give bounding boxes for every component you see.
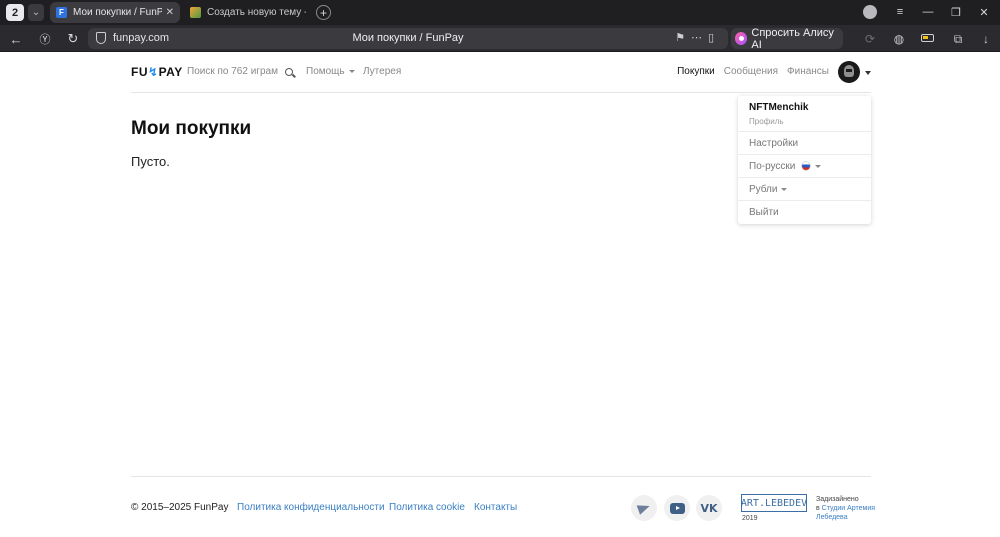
dropdown-username[interactable]: NFTMenchik — [749, 102, 808, 113]
dropdown-profile-link[interactable]: Профиль — [749, 117, 784, 126]
telegram-button[interactable] — [631, 495, 657, 521]
ask-alice-button[interactable]: Спросить Алису AI — [731, 26, 843, 51]
tab-funpay[interactable]: F Мои покупки / FunPay ✕ — [50, 2, 180, 23]
user-nav: Покупки Сообщения Финансы — [677, 66, 829, 77]
game-search-link[interactable]: Поиск по 762 играм — [187, 66, 293, 77]
funpay-favicon-icon: F — [56, 7, 67, 18]
dropdown-settings[interactable]: Настройки — [738, 131, 871, 154]
ask-alice-label: Спросить Алису AI — [751, 26, 834, 51]
chevron-down-icon — [781, 187, 788, 191]
designed-by: Задизайнено в Студии Артемия Лебедева — [816, 495, 876, 522]
alice-logo-icon — [735, 32, 748, 45]
logo-text-left: FU — [131, 65, 148, 79]
copyright: © 2015–2025 FunPay — [131, 502, 229, 513]
sync-icon[interactable]: ⟳ — [862, 31, 878, 47]
footer-link-privacy[interactable]: Политика конфиденциальности — [237, 502, 385, 513]
minimize-window-icon[interactable]: — — [918, 4, 938, 20]
close-tab-icon[interactable]: ✕ — [166, 7, 174, 18]
dropdown-currency[interactable]: Рубли — [738, 177, 871, 200]
help-label: Помощь — [306, 66, 345, 77]
new-tab-plus-icon[interactable]: + — [316, 5, 331, 20]
nav-messages[interactable]: Сообщения — [724, 66, 778, 77]
logout-label: Выйти — [749, 206, 779, 218]
chevron-down-icon — [815, 164, 822, 168]
avatar-chevron-down-icon[interactable] — [865, 71, 871, 75]
lottery-link[interactable]: Лутерея — [363, 66, 401, 77]
browser-menu-icon[interactable]: ≡ — [890, 4, 910, 20]
tab-count-badge[interactable]: 2 — [6, 4, 24, 21]
footer-link-cookie[interactable]: Политика cookie — [389, 502, 465, 513]
search-icon — [284, 67, 293, 76]
url-tools-icons[interactable]: ⚑⋯▯ — [675, 31, 720, 44]
tab-title: Создать новую тему - Reddit — [207, 7, 306, 18]
user-dropdown-menu: NFTMenchik Профиль Настройки По-русски Р… — [738, 96, 871, 224]
language-label: По-русски — [749, 160, 796, 172]
reddit-favicon-icon — [190, 7, 201, 18]
logo-bolt-icon: ↯ — [148, 65, 159, 79]
footer-link-contacts[interactable]: Контакты — [474, 502, 517, 513]
logo-text-right: PAY — [158, 65, 183, 79]
browser-tab-bar: 2 ⌄ F Мои покупки / FunPay ✕ Создать нов… — [0, 0, 1000, 25]
designed-studio-link[interactable]: Студии Артемия Лебедева — [816, 505, 875, 521]
russian-flag-icon — [801, 161, 812, 171]
designed-line1: Задизайнено — [816, 496, 859, 503]
site-header: FU ↯ PAY Поиск по 762 играм Помощь Лутерея… — [131, 52, 871, 93]
youtube-icon — [669, 502, 685, 514]
url-field[interactable]: funpay.com Мои покупки / FunPay ⚑⋯▯ — [88, 28, 728, 49]
yandex-icon[interactable]: Ⓨ — [36, 30, 54, 48]
globe-icon[interactable]: ◍ — [891, 31, 907, 47]
artlebedev-logo-text: ART.LEBEDEV — [741, 494, 807, 512]
nav-finances[interactable]: Финансы — [787, 66, 829, 77]
browser-profile-icon[interactable] — [863, 5, 877, 19]
restore-window-icon[interactable]: ❐ — [946, 4, 966, 20]
currency-label: Рубли — [749, 183, 778, 195]
close-window-icon[interactable]: ✕ — [974, 4, 994, 20]
nav-purchases[interactable]: Покупки — [677, 66, 715, 77]
extensions-icon[interactable]: ⧉ — [950, 31, 966, 47]
artlebedev-logo[interactable]: ART.LEBEDEV 2019 — [741, 494, 807, 522]
vk-button[interactable]: VK — [696, 495, 722, 521]
reload-icon[interactable]: ↻ — [64, 30, 82, 48]
help-menu[interactable]: Помощь — [306, 66, 355, 77]
funpay-logo[interactable]: FU ↯ PAY — [131, 65, 183, 79]
downloads-icon[interactable]: ↓ — [978, 31, 994, 47]
telegram-icon — [636, 501, 652, 515]
designed-prefix: в — [816, 505, 820, 512]
tab-list-chevron-icon[interactable]: ⌄ — [28, 4, 44, 21]
settings-label: Настройки — [749, 137, 799, 149]
battery-saver-icon[interactable] — [921, 34, 934, 42]
youtube-button[interactable] — [664, 495, 690, 521]
dropdown-language[interactable]: По-русски — [738, 154, 871, 177]
back-arrow-icon[interactable]: ← — [7, 30, 25, 48]
dropdown-logout[interactable]: Выйти — [738, 200, 871, 223]
artlebedev-year: 2019 — [742, 515, 758, 522]
page-title: Мои покупки — [131, 118, 252, 139]
game-search-label: Поиск по 762 играм — [187, 66, 278, 77]
url-page-title: Мои покупки / FunPay — [352, 32, 464, 44]
avatar[interactable] — [838, 61, 860, 83]
site-footer: © 2015–2025 FunPay Политика конфиденциал… — [131, 476, 875, 536]
chevron-down-icon — [348, 69, 355, 73]
tab-title: Мои покупки / FunPay — [73, 7, 162, 18]
tab-reddit[interactable]: Создать новую тему - Reddit — [184, 2, 312, 23]
vk-icon: VK — [700, 501, 718, 515]
empty-state-text: Пусто. — [131, 154, 170, 169]
browser-address-bar: ← Ⓨ ↻ funpay.com Мои покупки / FunPay ⚑⋯… — [0, 25, 1000, 52]
